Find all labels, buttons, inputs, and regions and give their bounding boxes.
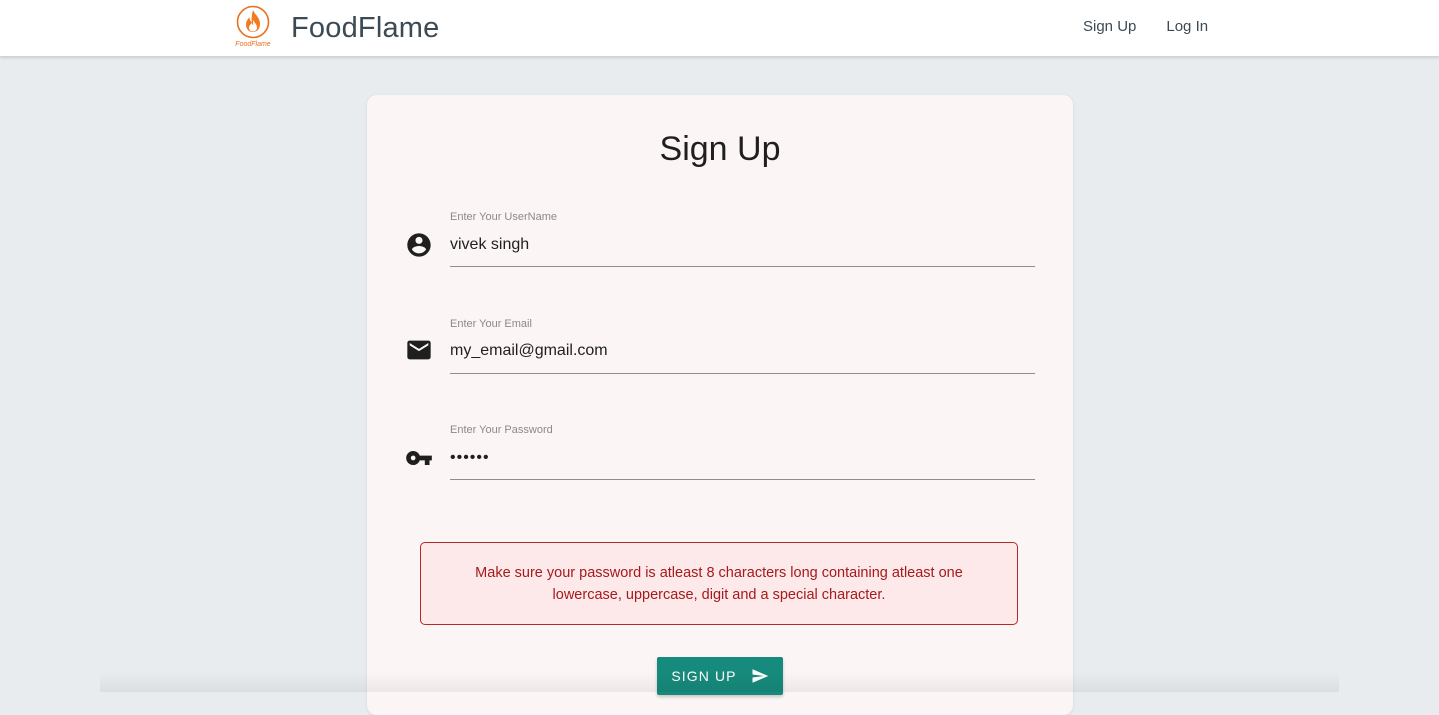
key-icon <box>406 451 432 465</box>
username-underline <box>450 266 1035 267</box>
signup-submit-button[interactable]: SIGN UP <box>657 657 783 695</box>
email-underline <box>450 373 1035 374</box>
password-label: Enter Your Password <box>450 424 553 436</box>
password-input[interactable]: •••••• <box>450 449 1035 469</box>
email-input[interactable] <box>450 341 1035 361</box>
password-error-alert: Make sure your password is atleast 8 cha… <box>420 542 1018 625</box>
username-input[interactable] <box>450 235 1035 255</box>
top-navbar: FoodFlame FoodFlame Sign Up Log In <box>0 0 1439 57</box>
send-icon <box>752 669 768 683</box>
form-title: Sign Up <box>659 130 781 168</box>
nav-login-link[interactable]: Log In <box>1151 18 1223 35</box>
username-label: Enter Your UserName <box>450 211 557 223</box>
brand-name[interactable]: FoodFlame <box>291 12 439 45</box>
foodflame-logo: FoodFlame <box>233 5 273 51</box>
password-underline <box>450 479 1035 480</box>
flame-logo-icon <box>236 5 270 39</box>
logo-caption: FoodFlame <box>235 41 271 48</box>
email-label: Enter Your Email <box>450 318 532 330</box>
mail-icon <box>407 340 431 360</box>
brand[interactable]: FoodFlame FoodFlame <box>233 5 439 51</box>
account-circle-icon <box>407 233 431 257</box>
nav-links: Sign Up Log In <box>1068 0 1223 52</box>
signup-card: Sign Up Enter Your UserName Enter Your E… <box>367 95 1073 715</box>
submit-label: SIGN UP <box>671 668 737 684</box>
nav-signup-link[interactable]: Sign Up <box>1068 18 1151 35</box>
error-message: Make sure your password is atleast 8 cha… <box>475 564 963 603</box>
